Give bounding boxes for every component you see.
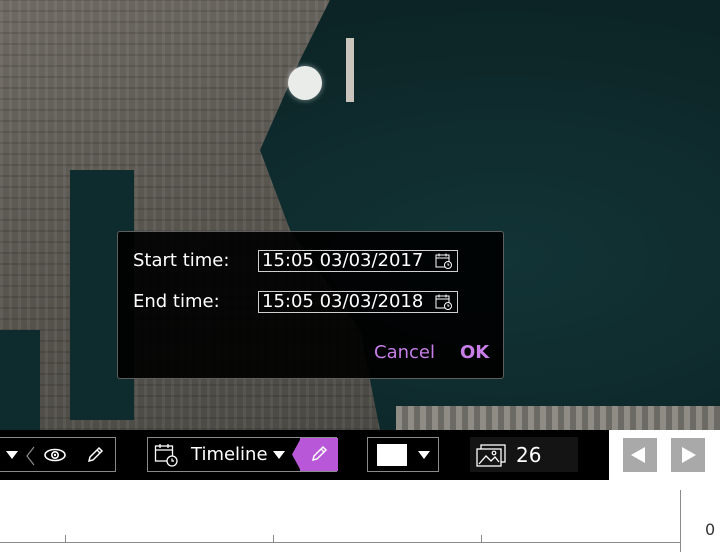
chevron-down-icon [418, 451, 430, 459]
timeline-selector[interactable]: Timeline [147, 437, 338, 472]
chevron-down-icon[interactable] [6, 451, 18, 459]
eye-icon[interactable] [42, 447, 68, 463]
axis-value-label: 0 [705, 520, 716, 539]
tab-pointer [292, 438, 301, 471]
map-ship [346, 38, 354, 102]
timeline-edit-button[interactable] [292, 438, 338, 471]
arrow-right-icon [682, 447, 696, 463]
calendar-clock-icon[interactable] [435, 294, 453, 310]
start-time-field[interactable]: 15:05 03/03/2017 [258, 250, 458, 272]
calendar-clock-icon [154, 444, 178, 467]
pencil-icon [311, 445, 328, 462]
axis-tick [273, 535, 274, 543]
start-time-value: 15:05 03/03/2017 [262, 250, 424, 271]
map-storage-tank [288, 66, 322, 100]
color-swatch [377, 444, 407, 466]
end-time-label: End time: [133, 291, 220, 312]
image-stack-icon [476, 444, 506, 467]
start-time-label: Start time: [133, 250, 230, 271]
pencil-icon[interactable] [85, 445, 105, 465]
previous-button[interactable] [623, 438, 657, 472]
frame-navigation [609, 430, 720, 480]
arrow-left-icon [631, 447, 645, 463]
chevron-down-icon[interactable] [273, 451, 285, 459]
axis-end-line [680, 490, 681, 552]
timeline-label: Timeline [191, 444, 268, 465]
map-dock-basin [0, 330, 40, 430]
axis-tick [65, 535, 66, 543]
chevron-left-icon[interactable] [24, 446, 36, 466]
time-range-dialog: Start time: 15:05 03/03/2017 End time: 1… [117, 231, 504, 379]
axis-line [0, 542, 681, 543]
map-pier [396, 406, 720, 430]
calendar-clock-icon[interactable] [435, 253, 453, 269]
end-time-field[interactable]: 15:05 03/03/2018 [258, 291, 458, 313]
cancel-button[interactable]: Cancel [374, 342, 435, 363]
end-time-value: 15:05 03/03/2018 [262, 291, 424, 312]
timeline-axis[interactable]: 0 [0, 480, 720, 552]
layer-controls [0, 437, 116, 472]
next-button[interactable] [671, 438, 705, 472]
image-count-box: 26 [470, 437, 578, 472]
image-count: 26 [516, 443, 542, 467]
axis-tick [481, 535, 482, 543]
color-picker[interactable] [367, 437, 439, 472]
ok-button[interactable]: OK [460, 342, 489, 363]
